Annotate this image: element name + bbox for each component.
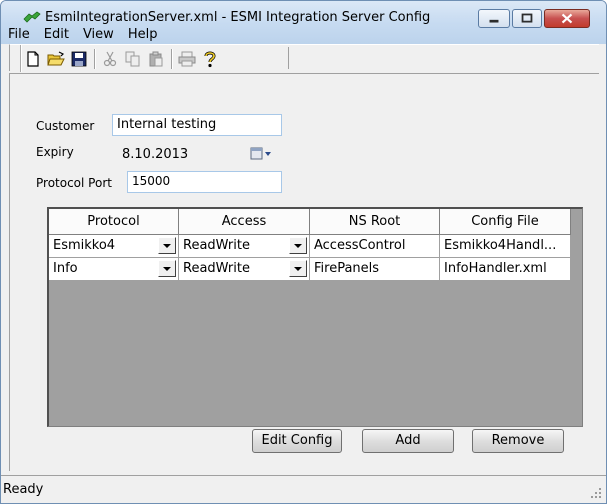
new-button[interactable] (22, 48, 44, 70)
print-button[interactable] (176, 48, 198, 70)
config-panel: Customer Internal testing Expiry 8.10.20… (9, 73, 599, 471)
copy-icon (125, 51, 140, 66)
access-cell: ReadWrite (183, 261, 250, 276)
chevron-down-icon (163, 267, 171, 271)
remove-button[interactable]: Remove (472, 429, 564, 453)
copy-button[interactable] (122, 48, 144, 70)
toolbar-area (9, 44, 599, 72)
window-title: EsmiIntegrationServer.xml - ESMI Integra… (45, 10, 431, 25)
access-cell: ReadWrite (183, 238, 250, 253)
dropdown-button[interactable] (289, 260, 307, 277)
access-combo[interactable]: ReadWrite (179, 235, 310, 258)
toolbar-separator (94, 48, 96, 69)
protocol-cell: Info (53, 261, 78, 276)
add-button[interactable]: Add (362, 429, 454, 453)
column-header-protocol[interactable]: Protocol (49, 209, 179, 235)
protocol-port-label: Protocol Port (36, 176, 112, 190)
menu-edit[interactable]: Edit (37, 25, 76, 44)
protocol-combo[interactable]: Esmikko4 (49, 235, 179, 258)
menu-bar: File Edit View Help (1, 25, 606, 44)
calendar-dropdown-icon[interactable] (250, 146, 272, 162)
dropdown-button[interactable] (158, 260, 176, 277)
main-window: EsmiIntegrationServer.xml - ESMI Integra… (0, 0, 607, 504)
toolbar-separator (171, 48, 173, 69)
ns-root-cell[interactable]: AccessControl (310, 235, 440, 258)
resize-grip-icon[interactable] (590, 487, 602, 499)
config-file-cell[interactable]: InfoHandler.xml (440, 258, 571, 281)
protocol-combo[interactable]: Info (49, 258, 179, 281)
chevron-down-icon (294, 244, 302, 248)
column-header-config-file[interactable]: Config File (440, 209, 571, 235)
dropdown-button[interactable] (289, 237, 307, 254)
paste-button[interactable] (145, 48, 167, 70)
protocol-cell: Esmikko4 (53, 238, 116, 253)
column-header-access[interactable]: Access (179, 209, 310, 235)
save-button[interactable] (68, 48, 90, 70)
column-header-ns-root[interactable]: NS Root (310, 209, 440, 235)
edit-config-button[interactable]: Edit Config (252, 429, 342, 453)
help-icon (204, 51, 216, 67)
expiry-value: 8.10.2013 (122, 147, 189, 162)
protocol-grid: Protocol Access NS Root Config File Esmi… (47, 207, 583, 427)
title-bar[interactable]: EsmiIntegrationServer.xml - ESMI Integra… (1, 1, 606, 44)
protocol-port-input[interactable]: 15000 (127, 171, 282, 193)
open-button[interactable] (45, 48, 67, 70)
customer-input[interactable]: Internal testing (112, 114, 282, 136)
table-row[interactable]: Esmikko4 ReadWrite AccessControl Esmikko… (49, 235, 571, 258)
table-row[interactable]: Info ReadWrite FirePanels InfoHandler.xm… (49, 258, 571, 281)
chevron-down-icon (163, 244, 171, 248)
save-icon (71, 51, 87, 66)
status-bar: Ready (1, 475, 606, 503)
expiry-date-picker[interactable]: 8.10.2013 (114, 144, 290, 166)
access-combo[interactable]: ReadWrite (179, 258, 310, 281)
open-folder-icon (47, 50, 65, 65)
chevron-down-icon (294, 267, 302, 271)
ns-root-cell[interactable]: FirePanels (310, 258, 440, 281)
toolbar (20, 45, 222, 72)
menu-view[interactable]: View (76, 25, 121, 44)
status-text: Ready (3, 482, 44, 497)
dropdown-button[interactable] (158, 237, 176, 254)
grid-header: Protocol Access NS Root Config File (49, 209, 571, 235)
new-file-icon (27, 50, 39, 67)
expiry-label: Expiry (36, 145, 74, 159)
help-button[interactable] (199, 48, 221, 70)
customer-label: Customer (36, 119, 95, 133)
cut-button[interactable] (99, 48, 121, 70)
cut-icon (103, 51, 117, 66)
config-file-cell[interactable]: Esmikko4Handl... (440, 235, 571, 258)
toolbar-end-divider (288, 47, 289, 69)
menu-help[interactable]: Help (121, 25, 165, 44)
green-plug-icon (23, 11, 41, 23)
print-icon (178, 51, 196, 66)
paste-icon (149, 51, 163, 66)
menu-file[interactable]: File (1, 25, 37, 44)
